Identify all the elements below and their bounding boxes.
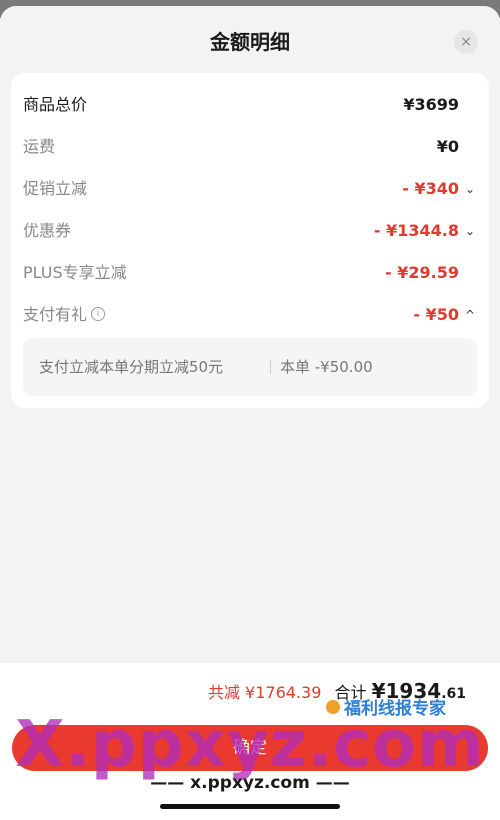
chevron-up-icon[interactable]: ^ [465,295,475,335]
row-value: - ¥1344.8 [373,221,459,240]
row-shipping: 运费 ¥0 [23,127,477,167]
row-promo-discount[interactable]: 促销立减 - ¥340 ⌄ [23,169,477,209]
row-plus-discount: PLUS专享立减 - ¥29.59 [23,253,477,293]
price-detail-card: 商品总价 ¥3699 运费 ¥0 促销立减 - ¥340 ⌄ 优惠券 - ¥13… [11,73,489,408]
row-label: 支付有礼 [23,305,88,324]
chevron-down-icon[interactable]: ⌄ [465,211,475,251]
close-icon[interactable]: × [454,30,478,54]
watermark-url: —— x.ppxyz.com —— [150,773,350,793]
divider [270,360,271,374]
home-indicator [160,804,340,809]
payment-gift-detail: 支付立减本单分期立减50元 本单 -¥50.00 [23,338,477,396]
row-label: 促销立减 [23,179,88,198]
row-value: - ¥29.59 [385,263,459,282]
row-label: 优惠券 [23,221,72,240]
row-label-wrap: 支付有礼 i [23,295,106,335]
sheet-title: 金额明细 [210,30,290,54]
row-value: ¥3699 [403,95,459,114]
row-goods-total: 商品总价 ¥3699 [23,85,477,125]
info-icon[interactable]: i [91,306,106,321]
payment-gift-desc: 支付立减本单分期立减50元 [39,358,224,376]
row-coupon[interactable]: 优惠券 - ¥1344.8 ⌄ [23,211,477,251]
row-label: 运费 [23,137,56,156]
chevron-down-icon[interactable]: ⌄ [465,169,475,209]
row-payment-gift[interactable]: 支付有礼 i - ¥50 ^ [23,295,477,335]
row-label: PLUS专享立减 [23,263,127,282]
row-value: - ¥340 [402,179,459,198]
row-label: 商品总价 [23,95,88,114]
sheet-header: 金额明细 × [0,22,500,62]
row-value: ¥0 [436,137,459,156]
payment-gift-amount: 本单 -¥50.00 [280,358,373,376]
row-value: - ¥50 [413,305,459,324]
